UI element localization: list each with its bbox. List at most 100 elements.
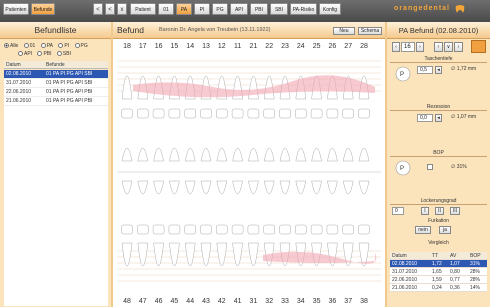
prev-tooth-button[interactable]: ‹: [392, 42, 400, 52]
tooth-root-upper-palatal[interactable]: [137, 147, 149, 162]
tooth-root-upper-palatal[interactable]: [342, 147, 354, 162]
filter-pg[interactable]: PG: [74, 42, 88, 50]
bop-checkbox[interactable]: [427, 164, 433, 170]
btn-pi[interactable]: PI: [194, 3, 210, 15]
tooth-root-upper-palatal[interactable]: [184, 147, 196, 162]
tooth-occlusal-lower[interactable]: [326, 224, 339, 235]
tooth-occlusal-lower[interactable]: [137, 224, 149, 235]
tooth-occlusal-upper[interactable]: [279, 108, 291, 119]
tooth-root-lower-lingual[interactable]: [248, 180, 259, 195]
pocket-depth-input[interactable]: 0,5: [417, 66, 433, 74]
tooth-root-lower[interactable]: [216, 242, 228, 266]
tooth-occlusal-upper[interactable]: [200, 108, 212, 119]
mobility-option-3[interactable]: III: [450, 207, 460, 215]
patient-button[interactable]: Patient: [130, 3, 156, 15]
tooth-occlusal-lower[interactable]: [168, 224, 181, 235]
tooth-root-upper-palatal[interactable]: [232, 147, 243, 162]
back-arrow-button[interactable]: ‹: [434, 42, 443, 52]
tooth-occlusal-upper[interactable]: [168, 108, 181, 119]
tooth-root-lower-lingual[interactable]: [279, 180, 291, 195]
tooth-root-lower-lingual[interactable]: [200, 180, 212, 195]
tooth-occlusal-upper[interactable]: [137, 108, 149, 119]
tooth-occlusal-lower[interactable]: [184, 224, 196, 235]
tooth-root-lower-lingual[interactable]: [153, 180, 164, 195]
furcation-yes-button[interactable]: ja: [439, 226, 451, 234]
tooth-view-icon[interactable]: [471, 40, 486, 53]
tooth-root-upper-palatal[interactable]: [263, 147, 275, 162]
tooth-root-lower-lingual[interactable]: [263, 180, 275, 195]
filter-api[interactable]: API: [18, 50, 32, 58]
table-row[interactable]: 21.06.2010 0,24 0,36 14%: [390, 284, 487, 292]
dental-chart[interactable]: 18 17 16 15 14 13 12 11 21 22 23 24 25 26 27 28 48 47 46 4…: [113, 39, 385, 307]
tooth-root-upper-palatal[interactable]: [216, 147, 228, 162]
tooth-root-lower-lingual[interactable]: [121, 180, 133, 195]
nav-previous-button[interactable]: <: [105, 3, 115, 15]
list-item[interactable]: 02.08.2010 01 PA PI PG API SBI: [4, 70, 108, 79]
filter-sbi[interactable]: SBI: [56, 50, 71, 58]
tooth-root-upper-palatal[interactable]: [248, 147, 259, 162]
list-item[interactable]: 21.06.2010 01 PA PI PG API PBI: [4, 97, 108, 106]
tooth-root-lower-lingual[interactable]: [342, 180, 354, 195]
scheme-button[interactable]: Schema: [358, 27, 382, 35]
tooth-occlusal-lower[interactable]: [200, 224, 212, 235]
tooth-root-upper-palatal[interactable]: [279, 147, 291, 162]
tooth-root-lower[interactable]: [184, 242, 196, 266]
list-item[interactable]: 22.06.2010 01 PA PI PG API PBI: [4, 88, 108, 97]
table-row[interactable]: 31.07.2010 1,65 0,80 28%: [390, 268, 487, 276]
tooth-occlusal-lower[interactable]: [216, 224, 228, 235]
furcation-no-button[interactable]: nein: [415, 226, 431, 234]
tooth-occlusal-lower[interactable]: [342, 224, 354, 235]
tooth-root-upper-palatal[interactable]: [295, 147, 307, 162]
filter-pbi[interactable]: PBI: [37, 50, 52, 58]
tooth-occlusal-lower[interactable]: [231, 224, 244, 235]
tooth-root-lower-lingual[interactable]: [358, 180, 370, 195]
tooth-occlusal-upper[interactable]: [342, 108, 354, 119]
tooth-occlusal-lower[interactable]: [121, 224, 133, 235]
tooth-occlusal-upper[interactable]: [263, 108, 275, 119]
btn-pbi[interactable]: PBI: [250, 3, 268, 15]
mobility-option-2[interactable]: II: [435, 207, 444, 215]
tooth-occlusal-lower[interactable]: [358, 224, 370, 235]
tooth-root-upper-palatal[interactable]: [327, 147, 338, 162]
tooth-occlusal-lower[interactable]: [263, 224, 275, 235]
table-row[interactable]: 02.08.2010 1,72 1,07 31%: [390, 260, 487, 268]
tooth-occlusal-lower[interactable]: [247, 224, 260, 235]
mobility-input[interactable]: 0: [392, 207, 404, 215]
down-arrow-button[interactable]: ∨: [444, 42, 453, 52]
tooth-occlusal-upper[interactable]: [358, 108, 370, 119]
filter-pa[interactable]: PA: [40, 42, 53, 50]
tab-befunde[interactable]: Befunde: [31, 3, 55, 15]
tooth-occlusal-upper[interactable]: [326, 108, 339, 119]
tooth-root-lower[interactable]: [137, 242, 149, 266]
tooth-occlusal-upper[interactable]: [152, 108, 165, 119]
tooth-root-lower-lingual[interactable]: [184, 180, 196, 195]
mobility-option-1[interactable]: I: [421, 207, 429, 215]
tooth-root-upper-palatal[interactable]: [153, 147, 164, 162]
tooth-root-upper-palatal[interactable]: [311, 147, 322, 162]
tooth-occlusal-upper[interactable]: [121, 108, 133, 119]
btn-pa[interactable]: PA: [176, 3, 192, 15]
tooth-root-lower[interactable]: [153, 242, 164, 266]
tooth-root-lower-lingual[interactable]: [169, 180, 180, 195]
filter-alle[interactable]: Alle: [4, 42, 18, 50]
tooth-occlusal-upper[interactable]: [295, 108, 307, 119]
stepper-button[interactable]: ◂: [435, 114, 442, 122]
stepper-button[interactable]: ◂: [435, 66, 442, 74]
btn-pg[interactable]: PG: [212, 3, 228, 15]
tooth-occlusal-upper[interactable]: [231, 108, 244, 119]
tooth-root-lower[interactable]: [248, 242, 259, 266]
tooth-occlusal-lower[interactable]: [295, 224, 307, 235]
btn-sbi[interactable]: SBI: [270, 3, 288, 15]
table-row[interactable]: 22.06.2010 1,59 0,77 28%: [390, 276, 487, 284]
list-item[interactable]: 31.07.2010 01 PA PI PG API SBI: [4, 79, 108, 88]
recession-input[interactable]: 0,0: [417, 114, 433, 122]
tooth-occlusal-upper[interactable]: [216, 108, 228, 119]
tab-patienten[interactable]: Patienten: [3, 3, 29, 15]
forward-arrow-button[interactable]: ›: [454, 42, 463, 52]
tooth-occlusal-upper[interactable]: [184, 108, 196, 119]
tooth-root-lower-lingual[interactable]: [295, 180, 307, 195]
filter-01[interactable]: 01: [23, 42, 35, 50]
tooth-root-upper-palatal[interactable]: [358, 147, 370, 162]
tooth-occlusal-lower[interactable]: [152, 224, 165, 235]
btn-konfig[interactable]: Konfig: [319, 3, 341, 15]
